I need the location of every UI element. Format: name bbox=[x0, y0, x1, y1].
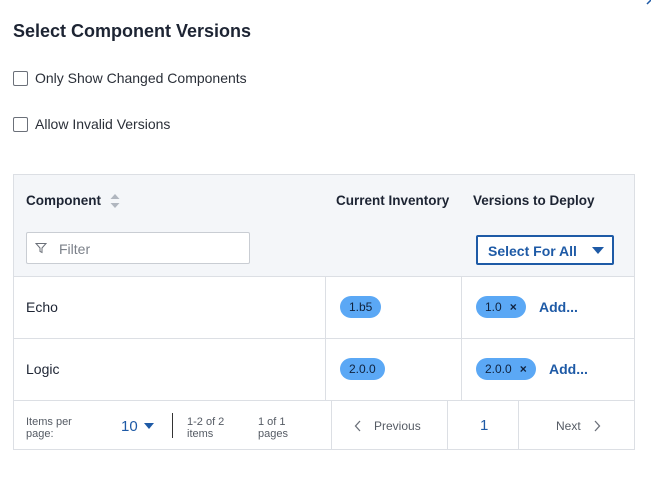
previous-label: Previous bbox=[374, 419, 421, 433]
select-for-all-dropdown[interactable]: Select For All bbox=[476, 235, 614, 265]
column-divider bbox=[325, 277, 326, 338]
column-header-component[interactable]: Component bbox=[26, 193, 101, 208]
items-per-page-select[interactable]: 10 bbox=[121, 418, 138, 435]
column-header-current-inventory: Current Inventory bbox=[336, 193, 450, 208]
filter-field[interactable] bbox=[26, 232, 250, 264]
filter-icon bbox=[35, 243, 47, 254]
column-header-versions-to-deploy: Versions to Deploy bbox=[473, 193, 595, 208]
current-page[interactable]: 1 bbox=[480, 417, 488, 434]
inventory-badge: 1.b5 bbox=[340, 296, 382, 318]
divider bbox=[518, 401, 519, 450]
caret-down-icon[interactable] bbox=[144, 423, 154, 429]
dialog-title: Select Component Versions bbox=[13, 21, 252, 41]
column-divider bbox=[461, 277, 462, 338]
remove-tag-icon[interactable]: × bbox=[520, 362, 527, 376]
allow-invalid-label: Allow Invalid Versions bbox=[35, 116, 171, 132]
items-range: 1-2 of 2 items bbox=[187, 416, 225, 440]
only-changed-option[interactable]: Only Show Changed Components bbox=[13, 70, 247, 86]
filter-input[interactable] bbox=[57, 238, 241, 260]
deploy-version-text: 1.0 bbox=[485, 300, 502, 314]
pagination-bar: Items per page: 10 1-2 of 2 items 1 of 1… bbox=[14, 401, 634, 450]
select-for-all-label: Select For All bbox=[488, 243, 577, 259]
table-header: Component Current Inventory Versions to … bbox=[14, 175, 634, 227]
table-row: Logic 2.0.0 2.0.0 × Add... bbox=[14, 339, 634, 401]
add-version-link[interactable]: Add... bbox=[539, 299, 578, 315]
divider bbox=[447, 401, 448, 450]
chevron-left-icon bbox=[354, 420, 361, 432]
deploy-version-tag: 2.0.0 × bbox=[476, 358, 536, 380]
items-per-page-label: Items per page: bbox=[26, 416, 72, 440]
allow-invalid-checkbox[interactable] bbox=[13, 116, 28, 132]
divider bbox=[331, 401, 332, 450]
components-table: Component Current Inventory Versions to … bbox=[13, 174, 635, 450]
remove-tag-icon[interactable]: × bbox=[510, 300, 517, 314]
component-name: Logic bbox=[26, 361, 60, 377]
divider bbox=[172, 413, 173, 438]
chevron-right-icon[interactable] bbox=[645, 0, 651, 6]
next-label: Next bbox=[556, 419, 581, 433]
deploy-version-tag: 1.0 × bbox=[476, 296, 526, 318]
allow-invalid-option[interactable]: Allow Invalid Versions bbox=[13, 116, 170, 132]
deploy-version-text: 2.0.0 bbox=[485, 362, 512, 376]
column-divider bbox=[325, 339, 326, 400]
chevron-right-icon bbox=[594, 420, 601, 432]
add-version-link[interactable]: Add... bbox=[549, 361, 588, 377]
previous-button[interactable]: Previous bbox=[354, 419, 421, 433]
next-button[interactable]: Next bbox=[556, 419, 601, 433]
filter-row: Select For All bbox=[14, 226, 634, 277]
inventory-badge: 2.0.0 bbox=[340, 358, 385, 380]
only-changed-checkbox[interactable] bbox=[13, 70, 28, 86]
table-row: Echo 1.b5 1.0 × Add... bbox=[14, 277, 634, 339]
caret-down-icon bbox=[592, 247, 604, 254]
page-count: 1 of 1 pages bbox=[258, 416, 288, 440]
component-name: Echo bbox=[26, 299, 58, 315]
sort-icon[interactable] bbox=[109, 193, 121, 209]
only-changed-label: Only Show Changed Components bbox=[35, 70, 247, 86]
column-divider bbox=[461, 339, 462, 400]
